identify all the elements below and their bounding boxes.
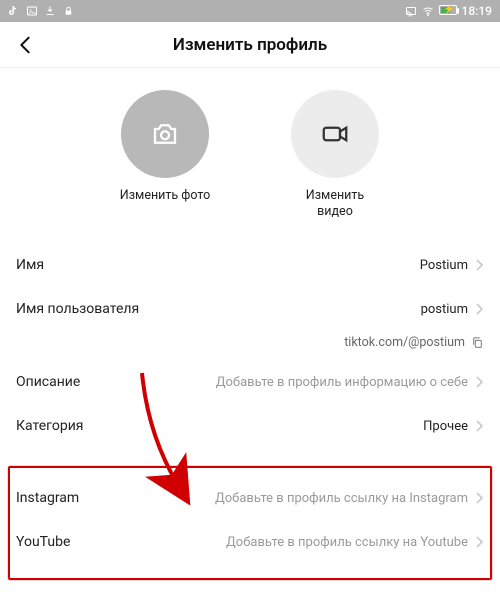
row-username[interactable]: Имя пользователя postium	[0, 287, 500, 331]
change-video[interactable]: Изменить видео	[280, 90, 390, 219]
row-instagram[interactable]: Instagram Добавьте в профиль ссылку на I…	[0, 476, 500, 520]
row-value: Postium	[420, 258, 484, 273]
image-icon	[26, 5, 38, 17]
video-circle[interactable]	[291, 90, 379, 178]
back-button[interactable]	[14, 34, 36, 56]
row-label: Имя пользователя	[16, 301, 139, 317]
section-gap	[0, 448, 500, 476]
row-label: YouTube	[16, 534, 70, 550]
row-label: Имя	[16, 257, 44, 273]
row-label: Категория	[16, 418, 83, 434]
video-label: Изменить видео	[306, 188, 364, 219]
copy-icon	[471, 336, 484, 349]
video-icon	[320, 119, 350, 149]
row-label: Описание	[16, 374, 80, 390]
page-title: Изменить профиль	[0, 35, 500, 55]
row-bio[interactable]: Описание Добавьте в профиль информацию о…	[0, 360, 500, 404]
chevron-right-icon	[476, 420, 484, 432]
header: Изменить профиль	[0, 22, 500, 68]
battery-icon: ⚡	[439, 4, 457, 18]
row-value: Добавьте в профиль ссылку на Youtube	[226, 535, 484, 550]
status-right-icons: ⚡ 18:19	[405, 4, 492, 18]
row-value: Прочее	[423, 419, 484, 434]
chevron-right-icon	[476, 303, 484, 315]
status-time: 18:19	[462, 4, 492, 18]
cast-icon	[405, 5, 417, 17]
chevron-right-icon	[476, 492, 484, 504]
status-bar: ⚡ 18:19	[0, 0, 500, 22]
media-row: Изменить фото Изменить видео	[0, 68, 500, 227]
row-youtube[interactable]: YouTube Добавьте в профиль ссылку на You…	[0, 520, 500, 564]
tiktok-icon	[8, 5, 20, 17]
lock-icon	[62, 5, 74, 17]
row-value: postium	[421, 302, 484, 317]
chevron-right-icon	[476, 376, 484, 388]
wifi-icon	[422, 5, 434, 17]
row-profile-url[interactable]: tiktok.com/@postium	[0, 331, 500, 360]
photo-avatar[interactable]	[121, 90, 209, 178]
camera-icon	[150, 119, 180, 149]
profile-url-text: tiktok.com/@postium	[344, 335, 465, 350]
photo-label: Изменить фото	[120, 188, 210, 204]
settings-list: Имя Postium Имя пользователя postium tik…	[0, 243, 500, 564]
download-icon	[44, 5, 56, 17]
row-category[interactable]: Категория Прочее	[0, 404, 500, 448]
chevron-right-icon	[476, 536, 484, 548]
row-value: Добавьте в профиль информацию о себе	[216, 375, 484, 390]
status-left-icons	[8, 5, 74, 17]
change-photo[interactable]: Изменить фото	[110, 90, 220, 219]
chevron-right-icon	[476, 259, 484, 271]
row-name[interactable]: Имя Postium	[0, 243, 500, 287]
row-label: Instagram	[16, 490, 79, 506]
row-value: Добавьте в профиль ссылку на Instagram	[215, 491, 484, 506]
